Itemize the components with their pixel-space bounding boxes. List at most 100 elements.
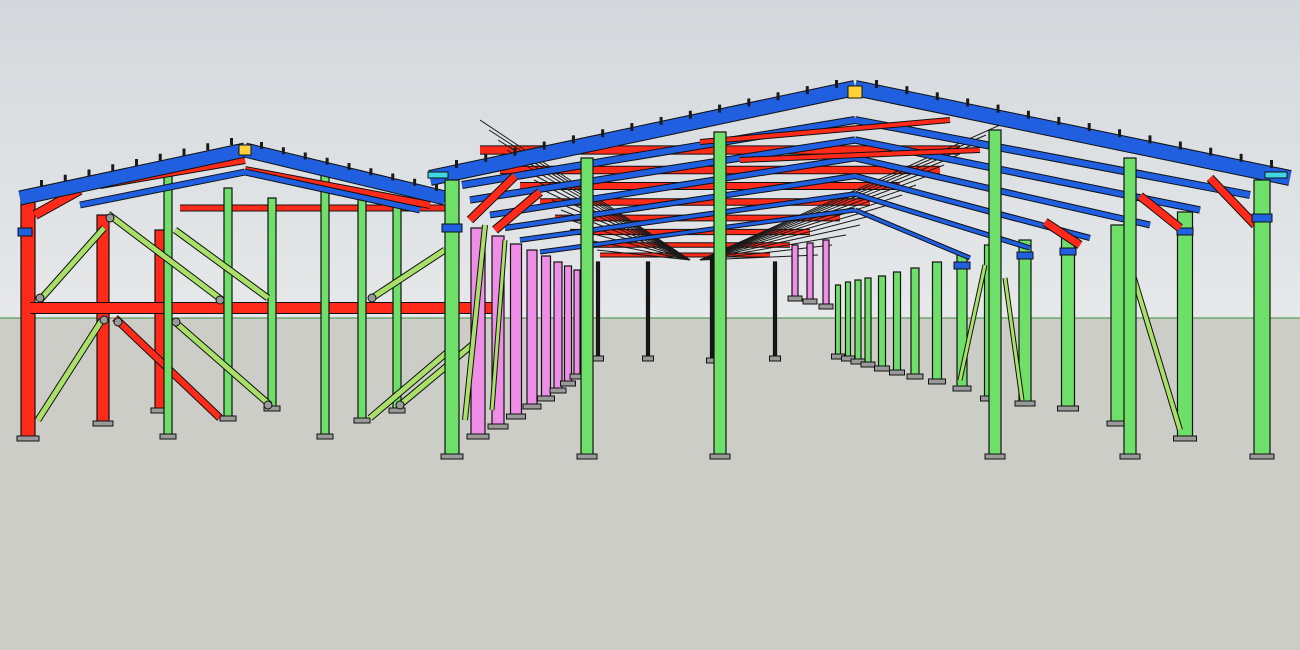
purlin-cleat-left-8 <box>688 110 692 119</box>
left-purlin-cleat-r-3 <box>325 157 329 165</box>
main-right-column-11-base-plate <box>1057 405 1079 412</box>
far-pink-column-right-2 <box>822 239 830 309</box>
main-pink-column-5 <box>553 261 563 393</box>
purlin-cleat-right-2 <box>935 92 939 101</box>
left-purlin-cleat-r-8 <box>435 184 438 191</box>
left-end-red-column-1-base-plate <box>92 420 114 427</box>
main-right-column-5-base-plate <box>889 369 905 376</box>
main-pink-column-4-base-plate <box>537 395 555 402</box>
far-pink-column-right-0 <box>791 244 799 301</box>
main-pink-column-6-base-plate <box>560 380 576 387</box>
left-purlin-cleat-l-4 <box>135 159 138 166</box>
purlin-cleat-left-1 <box>484 153 488 162</box>
main-right-column-6 <box>910 267 920 379</box>
main-right-column-3 <box>864 277 872 367</box>
main-front-green-column-3-base-plate <box>984 453 1006 460</box>
purlin-cleat-left-11 <box>776 92 780 101</box>
main-pink-column-3-base-plate <box>522 403 542 410</box>
left-eave-bracket <box>17 227 33 237</box>
left-purlin-cleat-r-4 <box>347 163 351 170</box>
purlin-cleat-right-8 <box>1118 129 1122 138</box>
main-right-column-4-base-plate <box>874 365 890 372</box>
purlin-cleat-right-11 <box>1209 147 1213 156</box>
purlin-cleat-left-0 <box>455 160 458 168</box>
main-right-column-0 <box>834 284 842 359</box>
purlin-cleat-right-10 <box>1178 141 1182 150</box>
left-green-column-0 <box>163 171 173 439</box>
far-column-3 <box>595 261 601 361</box>
far-column-2-base-plate <box>769 355 781 362</box>
column-cap-bracket-2 <box>1016 251 1034 260</box>
main-right-column-4 <box>877 275 887 371</box>
main-pink-column-3 <box>526 249 538 409</box>
left-green-column-5-base-plate <box>388 407 406 414</box>
purlin-cleat-right-0 <box>875 80 878 88</box>
main-pink-column-0-base-plate <box>466 433 490 440</box>
left-purlin-cleat-r-0 <box>260 142 263 149</box>
main-right-column-7-base-plate <box>928 378 946 385</box>
far-column-3-base-plate <box>592 355 604 362</box>
far-column-1 <box>709 257 715 363</box>
left-green-column-1 <box>223 187 233 421</box>
main-front-green-column-3 <box>988 129 1002 459</box>
main-right-column-3-base-plate <box>860 361 876 368</box>
main-pink-column-7 <box>573 269 581 379</box>
left-green-column-3 <box>320 174 330 439</box>
left-green-column-1-base-plate <box>219 415 237 422</box>
main-pink-column-1-base-plate <box>487 423 509 430</box>
main-right-column-6-base-plate <box>906 373 924 380</box>
main-front-green-column-2 <box>713 131 727 459</box>
main-front-green-column-0 <box>444 179 460 459</box>
main-front-green-column-1-base-plate <box>576 453 598 460</box>
main-front-green-column-4 <box>1123 157 1137 459</box>
main-pink-column-2 <box>509 243 523 419</box>
left-purlin-cleat-r-6 <box>391 173 395 181</box>
brace-bolt-0 <box>35 293 45 303</box>
main-eave-cyan-bracket-left <box>427 171 449 179</box>
main-right-column-13-base-plate <box>1173 435 1197 442</box>
left-green-column-4 <box>357 189 367 423</box>
far-pink-column-right-1 <box>806 242 814 304</box>
left-green-column-2 <box>267 197 277 411</box>
left-end-red-column-0-base-plate <box>16 435 40 442</box>
far-column-2 <box>772 261 778 361</box>
left-green-column-4-base-plate <box>353 417 371 424</box>
purlin-cleat-left-3 <box>542 141 546 150</box>
column-cap-bracket-0 <box>1176 227 1194 236</box>
left-purlin-cleat-l-5 <box>158 153 162 161</box>
far-column-0 <box>645 261 651 361</box>
main-ridge-plate <box>847 85 863 99</box>
far-pink-column-right-0-base-plate <box>787 295 803 302</box>
main-front-green-column-2-base-plate <box>709 453 731 460</box>
left-ridge-plate <box>238 144 252 156</box>
purlin-cleat-left-13 <box>835 80 838 88</box>
purlin-cleat-right-13 <box>1270 160 1273 168</box>
purlin-cleat-left-9 <box>718 104 722 113</box>
purlin-cleat-left-2 <box>513 147 517 156</box>
left-purlin-cleat-l-3 <box>111 164 115 172</box>
left-purlin-cleat-l-8 <box>230 138 233 145</box>
main-right-column-1 <box>844 281 852 361</box>
purlin-cleat-left-12 <box>805 86 809 95</box>
brace-bolt-5 <box>263 400 273 410</box>
purlin-cleat-right-1 <box>905 86 909 95</box>
purlin-cleat-right-12 <box>1239 153 1243 162</box>
front-column-cap-1 <box>1251 213 1273 223</box>
purlin-cleat-right-6 <box>1057 116 1061 125</box>
brace-bolt-7 <box>395 400 405 410</box>
brace-bolt-2 <box>105 213 115 223</box>
sketchup-viewport[interactable] <box>0 0 1300 650</box>
main-front-green-column-4-base-plate <box>1119 453 1141 460</box>
left-purlin-cleat-r-5 <box>369 168 373 176</box>
left-purlin-cleat-l-1 <box>63 174 67 182</box>
main-pink-column-4 <box>540 255 552 401</box>
main-eave-cyan-bracket-right <box>1264 171 1288 179</box>
main-right-column-13 <box>1176 211 1194 441</box>
main-right-column-12 <box>1110 224 1126 426</box>
main-right-column-5 <box>892 271 902 375</box>
purlin-cleat-left-10 <box>747 98 751 107</box>
far-column-0-base-plate <box>642 355 654 362</box>
main-front-green-column-1 <box>580 157 594 459</box>
brace-bolt-6 <box>367 293 377 303</box>
left-green-column-0-base-plate <box>159 433 177 440</box>
